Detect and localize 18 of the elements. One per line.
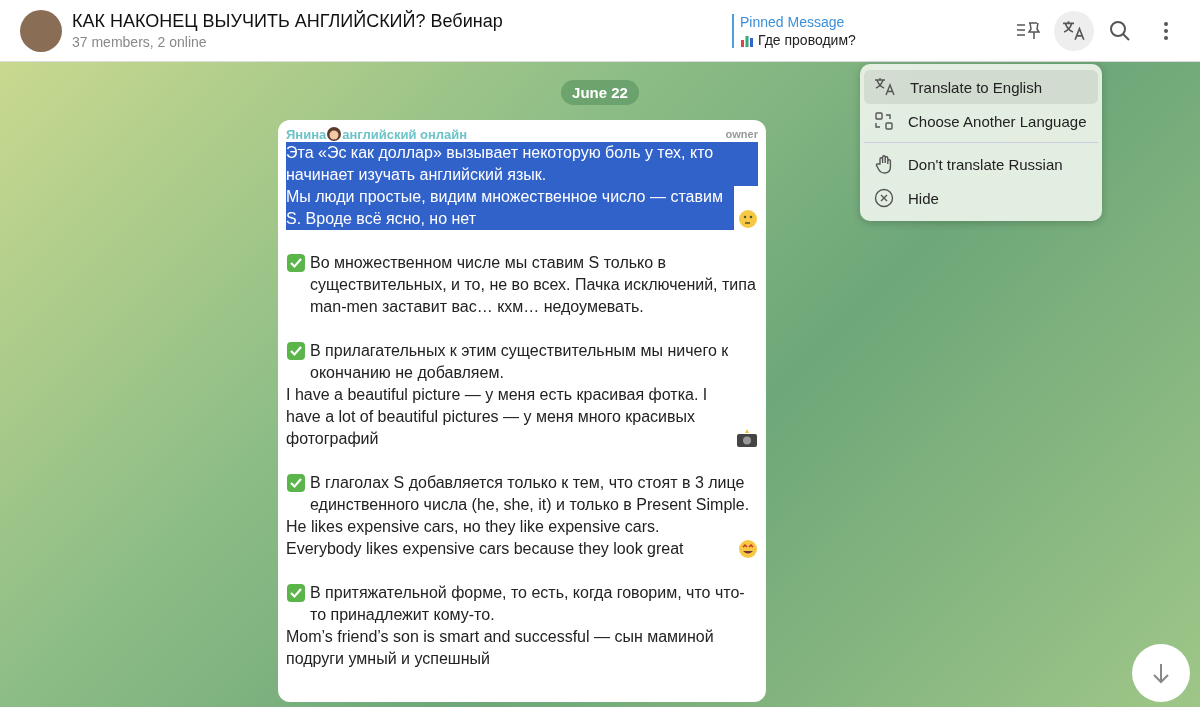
message-text: В прилагательных к этим существительным мы ничего к окончанию не добавляем.: [310, 341, 730, 383]
menu-item[interactable]: Choose Another Language: [864, 104, 1098, 138]
chat-title: КАК НАКОНЕЦ ВЫУЧИТЬ АНГЛИЙСКИЙ? Вебинар: [72, 11, 504, 32]
message-text: Mom’s friend’s son is smart and successful — сын маминой подруги умный и успешный: [286, 627, 715, 669]
message-text: I have a beautiful picture — у меня есть красивая фотка. I have a lot of beautiful pictures — у меня много красивых фотографий: [286, 385, 709, 449]
role-label: owner: [725, 128, 758, 140]
message-text: He likes expensive cars, но they like expensive cars. Everybody likes expensive cars because they look great: [286, 517, 685, 559]
pinned-message[interactable]: Pinned Message Где проводим?: [732, 13, 856, 48]
date-label: June 22: [561, 80, 639, 105]
message-text: В притяжательной форме, то есть, когда говорим, что что-то принадлежит кому-то.: [310, 583, 746, 625]
menu-item[interactable]: Hide: [864, 181, 1098, 215]
message-text: Во множественном числе мы ставим S только в существительных, и то, не во всех. Пачка исключений, типа man-men заставит вас… кхм… недоумевать.: [310, 253, 757, 317]
menu-item[interactable]: Translate to English: [864, 70, 1098, 104]
message-text: Мы люди простые, видим множественное число — ставим S. Вроде всё ясно, но нет: [286, 186, 734, 230]
message-text: Эта «Эс как доллар» вызывает некоторую боль у тех, кто начинает изучать английский язык.: [286, 142, 758, 186]
member-count: 37 members, 2 online: [72, 34, 208, 50]
message-text: В глаголах S добавляется только к тем, что стоят в 3 лице единственного числа (he, she, it) и только в Present Simple.: [310, 473, 751, 515]
menu-item[interactable]: Don't translate Russian: [864, 147, 1098, 181]
